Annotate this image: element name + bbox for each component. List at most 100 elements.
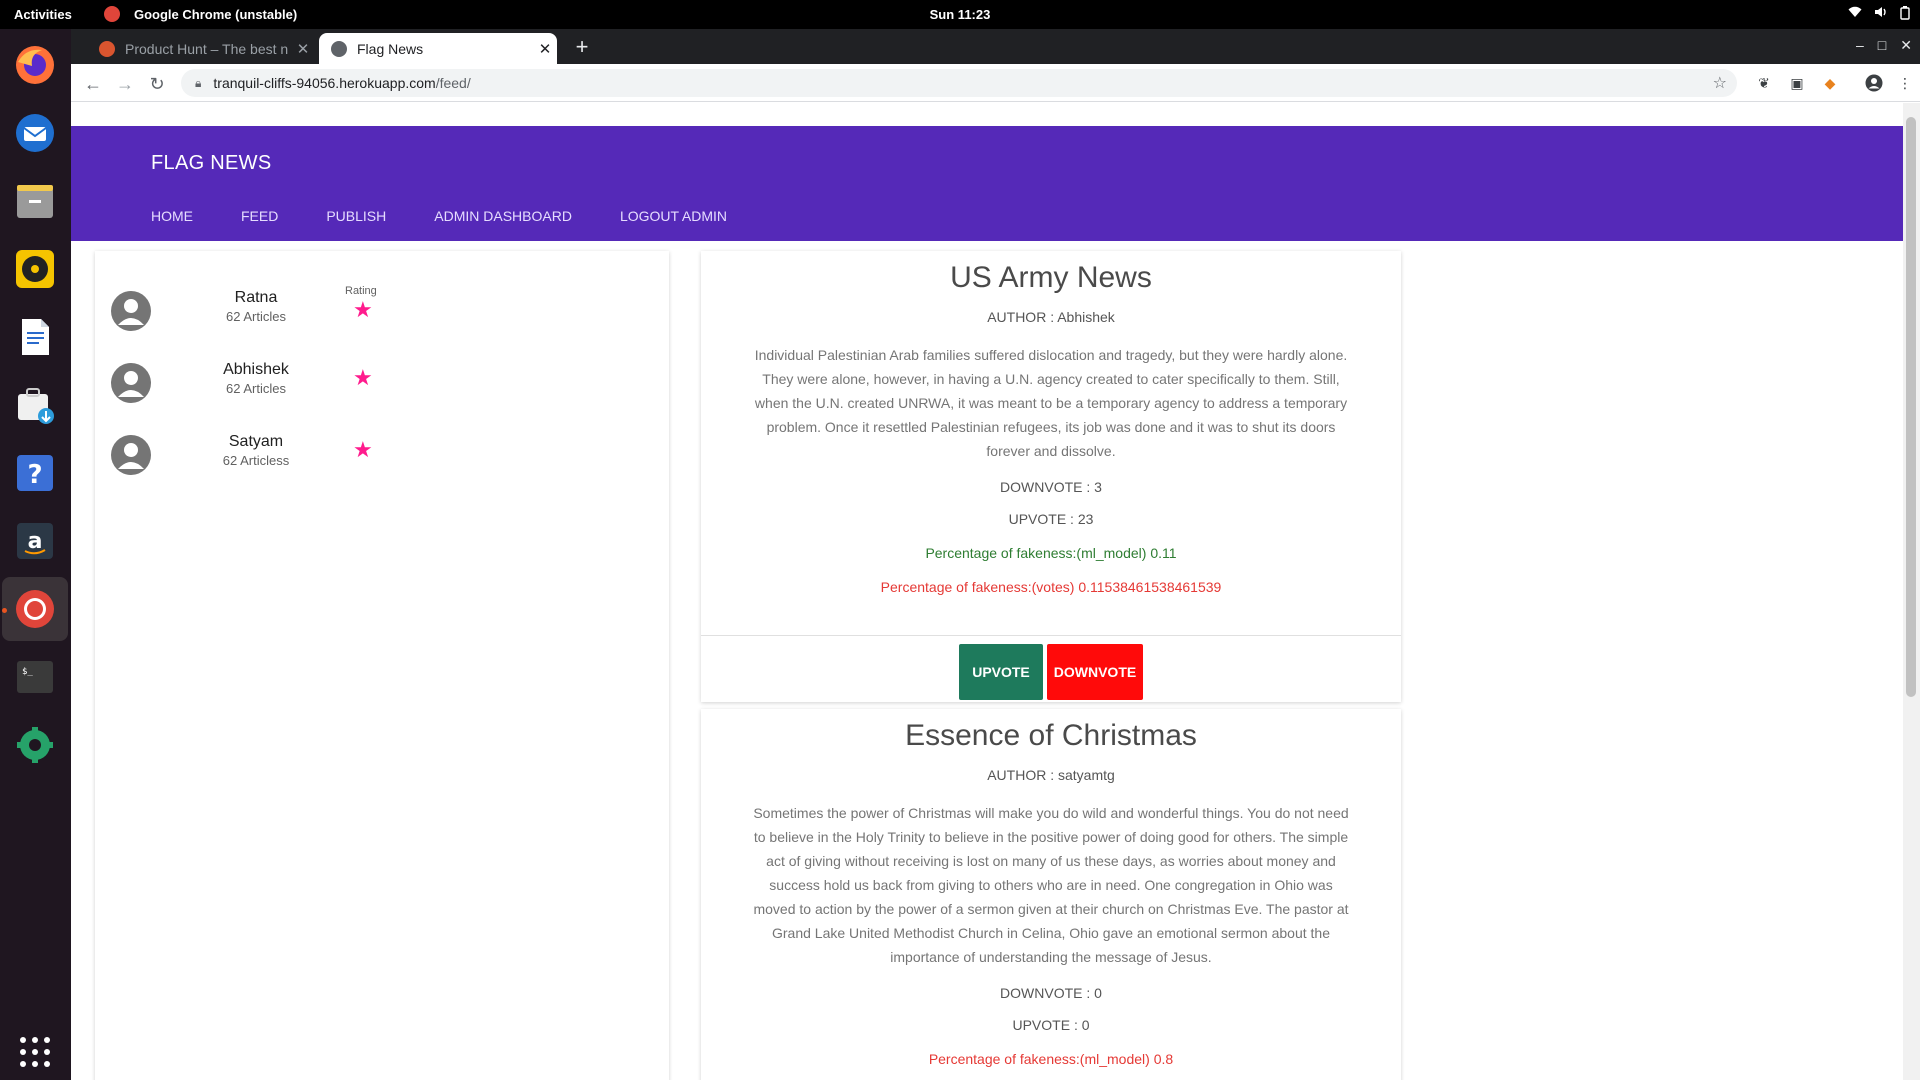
address-bar[interactable]: 🔒︎ tranquil-cliffs-94056.herokuapp.com/f… [181, 69, 1737, 97]
back-icon[interactable]: ← [79, 70, 107, 98]
article-actions: UPVOTE DOWNVOTE [701, 635, 1401, 707]
svg-text:$_: $_ [22, 667, 33, 677]
tab-strip: Product Hunt – The best n ✕ Flag News ✕ … [71, 29, 1920, 64]
downvote-count: DOWNVOTE : 3 [1000, 479, 1102, 495]
volume-icon [1874, 6, 1888, 23]
help-icon[interactable]: ? [11, 449, 59, 497]
metamask-icon[interactable]: ◆ [1820, 73, 1840, 93]
amazon-icon[interactable]: a [11, 517, 59, 565]
article-title: Essence of Christmas [905, 719, 1197, 752]
show-apps-icon[interactable] [11, 1028, 59, 1076]
rating-star-icon: ★ [353, 297, 373, 322]
svg-text:a: a [28, 529, 43, 554]
votes-fakeness: Percentage of fakeness:(votes) 0.1153846… [880, 579, 1222, 595]
product-hunt-favicon-icon [99, 40, 115, 57]
upvote-button[interactable]: UPVOTE [959, 644, 1043, 700]
nav-logout-admin[interactable]: LOGOUT ADMIN [620, 208, 727, 224]
running-indicator [2, 608, 7, 613]
lock-icon: 🔒︎ [195, 75, 202, 90]
rating-star-icon: ★ [353, 437, 373, 462]
article-author: AUTHOR : Abhishek [987, 309, 1115, 325]
article-card: Essence of Christmas AUTHOR : satyamtg S… [701, 709, 1401, 1080]
author-article-count: 62 Articless [222, 453, 290, 468]
settings-app-icon[interactable] [11, 721, 59, 769]
tab-product-hunt[interactable]: Product Hunt – The best n ✕ [87, 33, 315, 64]
downvote-count: DOWNVOTE : 0 [1000, 985, 1102, 1001]
nav-feed[interactable]: FEED [241, 208, 278, 224]
close-window-icon[interactable]: ✕ [1900, 37, 1912, 54]
browser-toolbar: ← → ↻ 🔒︎ tranquil-cliffs-94056.herokuapp… [71, 64, 1920, 102]
rating-star-icon: ★ [353, 365, 373, 390]
page-viewport: FLAG NEWS HOME FEED PUBLISH ADMIN DASHBO… [71, 103, 1903, 1080]
system-tray[interactable] [1848, 6, 1910, 23]
close-tab-icon[interactable]: ✕ [291, 40, 315, 58]
rating-label: Rating [345, 285, 377, 297]
power-icon [1900, 6, 1910, 23]
profile-icon[interactable] [1864, 73, 1884, 93]
window-controls: – □ ✕ [1856, 37, 1912, 54]
terminal-icon[interactable]: $_ [11, 653, 59, 701]
close-tab-icon[interactable]: ✕ [533, 40, 557, 58]
nav-admin-dashboard[interactable]: ADMIN DASHBOARD [434, 208, 572, 224]
article-feed: US Army News AUTHOR : Abhishek Individua… [701, 251, 1401, 1080]
upvote-count: UPVOTE : 23 [1008, 511, 1094, 527]
activities-button[interactable]: Activities [14, 7, 72, 22]
forward-icon[interactable]: → [111, 70, 139, 98]
avatar-icon [111, 291, 151, 331]
ml-fakeness: Percentage of fakeness:(ml_model) 0.8 [928, 1051, 1174, 1067]
app-menu[interactable]: Google Chrome (unstable) [106, 7, 297, 22]
svg-text:?: ? [27, 460, 42, 490]
minimize-icon[interactable]: – [1856, 37, 1864, 54]
author-item[interactable]: Abhishek 62 Articles ★ [111, 357, 411, 407]
nav-publish[interactable]: PUBLISH [326, 208, 386, 224]
ml-fakeness: Percentage of fakeness:(ml_model) 0.11 [925, 545, 1177, 561]
author-item[interactable]: Satyam 62 Articless ★ [111, 429, 411, 479]
bookmark-star-icon[interactable]: ☆ [1713, 73, 1727, 93]
avatar-icon [111, 363, 151, 403]
reload-icon[interactable]: ↻ [143, 70, 171, 98]
dock: ? a $_ [0, 29, 71, 1080]
author-name: Abhishek [223, 361, 289, 378]
files-icon[interactable] [11, 177, 59, 225]
article-title: US Army News [950, 261, 1152, 294]
globe-favicon-icon [331, 40, 347, 57]
site-brand[interactable]: FLAG NEWS [151, 152, 272, 175]
rhythmbox-icon[interactable] [11, 245, 59, 293]
maximize-icon[interactable]: □ [1878, 37, 1886, 54]
app-name: Google Chrome (unstable) [134, 7, 298, 22]
firefox-icon[interactable] [11, 41, 59, 89]
author-item[interactable]: Ratna 62 Articles Rating ★ [111, 285, 411, 335]
system-top-bar: Activities Google Chrome (unstable) Sun … [0, 0, 1920, 29]
site-navbar: FLAG NEWS HOME FEED PUBLISH ADMIN DASHBO… [71, 126, 1903, 241]
url-path: /feed/ [435, 75, 471, 91]
media-icon[interactable]: ▣ [1787, 73, 1807, 93]
upvote-count: UPVOTE : 0 [1012, 1017, 1090, 1033]
tab-flag-news[interactable]: Flag News ✕ [319, 33, 557, 64]
wifi-icon [1848, 6, 1862, 23]
url-host: tranquil-cliffs-94056.herokuapp.com [213, 75, 436, 91]
article-card: US Army News AUTHOR : Abhishek Individua… [701, 251, 1401, 702]
author-article-count: 62 Articles [226, 309, 286, 324]
chrome-dock-icon[interactable] [2, 577, 68, 641]
software-icon[interactable] [11, 381, 59, 429]
writer-icon[interactable] [11, 313, 59, 361]
article-author: AUTHOR : satyamtg [987, 767, 1115, 783]
author-name: Satyam [228, 433, 284, 450]
new-tab-button[interactable]: + [569, 35, 595, 61]
author-article-count: 62 Articles [226, 381, 286, 396]
article-body: Individual Palestinian Arab families suf… [754, 347, 1348, 459]
downvote-button[interactable]: DOWNVOTE [1047, 644, 1143, 700]
tab-title: Flag News [357, 40, 424, 57]
extension-icon[interactable]: ❦ [1754, 73, 1774, 93]
authors-panel: Ratna 62 Articles Rating ★ Abhishek 62 A… [95, 251, 669, 1080]
tab-title: Product Hunt – The best n [125, 40, 289, 57]
nav-home[interactable]: HOME [151, 208, 193, 224]
page-scrollbar[interactable] [1903, 103, 1920, 1080]
article-body: Sometimes the power of Christmas will ma… [753, 805, 1349, 965]
avatar-icon [111, 435, 151, 475]
author-name: Ratna [234, 289, 278, 306]
site-nav: HOME FEED PUBLISH ADMIN DASHBOARD LOGOUT… [151, 208, 727, 224]
menu-icon[interactable]: ⋮ [1895, 73, 1915, 93]
scrollbar-thumb[interactable] [1906, 117, 1916, 697]
thunderbird-icon[interactable] [11, 109, 59, 157]
